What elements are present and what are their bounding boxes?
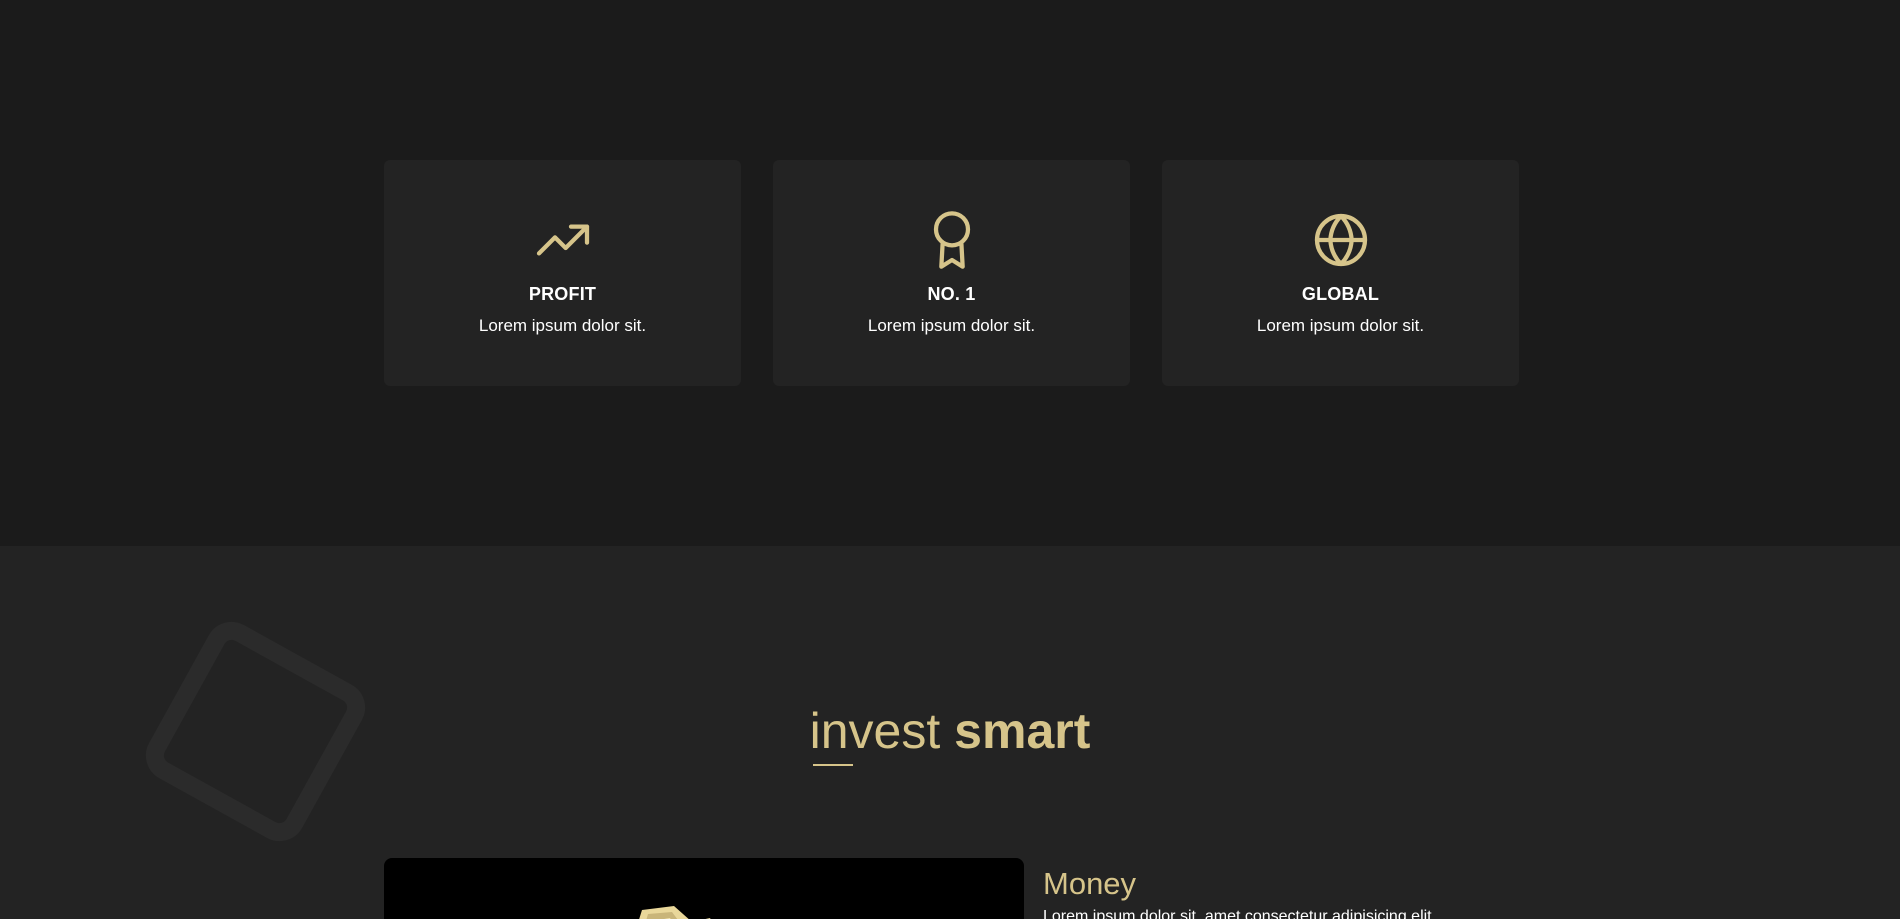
heading-light-word: invest <box>809 703 941 759</box>
feature-title: PROFIT <box>528 284 597 304</box>
feature-title: GLOBAL <box>1301 284 1380 304</box>
heading-bold-word: smart <box>954 703 1091 759</box>
invest-section: invest smart Money Lorem ipsum dolor sit… <box>0 546 1900 919</box>
globe-icon <box>1309 208 1373 272</box>
money-title: Money <box>1043 866 1137 901</box>
section-heading: invest smart <box>0 706 1900 756</box>
feature-card-global: GLOBAL Lorem ipsum dolor sit. <box>1162 160 1519 386</box>
money-stack-icon <box>622 892 732 919</box>
award-icon <box>920 208 984 272</box>
feature-title: NO. 1 <box>927 284 976 304</box>
feature-card-profit: PROFIT Lorem ipsum dolor sit. <box>384 160 741 386</box>
feature-description: Lorem ipsum dolor sit. <box>478 316 647 335</box>
feature-description: Lorem ipsum dolor sit. <box>1256 316 1425 335</box>
feature-description: Lorem ipsum dolor sit. <box>867 316 1036 335</box>
features-section: PROFIT Lorem ipsum dolor sit. NO. 1 Lore… <box>0 0 1900 546</box>
heading-underline <box>813 764 853 766</box>
feature-card-no1: NO. 1 Lorem ipsum dolor sit. <box>773 160 1130 386</box>
money-image <box>384 858 1024 919</box>
money-description: Lorem ipsum dolor sit, amet consectetur … <box>1043 908 1437 919</box>
trending-up-icon <box>531 208 595 272</box>
